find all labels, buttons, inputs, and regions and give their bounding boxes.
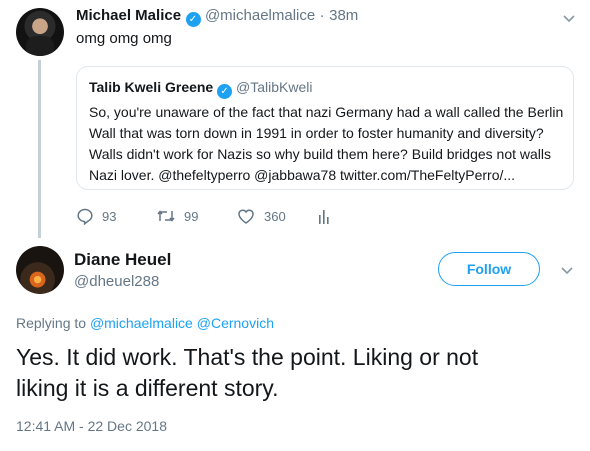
replying-to-link[interactable]: @michaelmalice [90, 315, 193, 331]
main-author-name[interactable]: Diane Heuel [74, 250, 171, 270]
quoted-text-line: Walls didn't work for Nazis so why build… [89, 146, 552, 162]
main-tweet-text-line: Yes. It did work. That's the point. Liki… [16, 344, 479, 370]
analytics-bar-chart-icon [319, 210, 329, 224]
analytics-button[interactable] [317, 207, 339, 225]
main-author-avatar[interactable] [16, 246, 64, 294]
parent-separator: · [319, 7, 325, 24]
parent-tweet-text: omg omg omg [76, 30, 172, 47]
quoted-tweet-text: So, you're unaware of the fact that nazi… [89, 102, 567, 186]
quoted-tweet-header: Talib Kweli Greene ✓ @TalibKweli [89, 79, 312, 99]
parent-tweet-time[interactable]: 38m [329, 7, 358, 24]
follow-button[interactable]: Follow [438, 252, 540, 286]
parent-author-handle[interactable]: @michaelmalice [205, 7, 315, 24]
quoted-author-handle: @TalibKweli [236, 79, 313, 95]
retweet-count: 99 [184, 208, 199, 224]
replying-to-link[interactable]: @Cernovich [197, 315, 274, 331]
quoted-text-line: Wall that was torn down in 1991 in order… [89, 125, 544, 141]
replying-to-prefix: Replying to [16, 315, 87, 331]
main-tweet-text: Yes. It did work. That's the point. Liki… [16, 342, 581, 404]
quoted-author-name: Talib Kweli Greene [89, 79, 214, 95]
thread-connector-line [38, 60, 41, 238]
main-tweet-text-line: liking it is a different story. [16, 375, 279, 401]
quoted-text-line: So, you're unaware of the fact that nazi… [89, 104, 564, 120]
like-count: 360 [264, 208, 286, 224]
parent-author-avatar[interactable] [16, 8, 64, 56]
parent-tweet-header: Michael Malice ✓ @michaelmalice · 38m [76, 7, 358, 27]
replying-to-line: Replying to @michaelmalice @Cernovich [16, 315, 274, 331]
quoted-text-line: Nazi lover. @thefeltyperro @jabbawa78 tw… [89, 167, 516, 183]
verified-badge-icon: ✓ [217, 84, 233, 99]
reply-button[interactable]: 93 [76, 207, 116, 225]
tweet-timestamp[interactable]: 12:41 AM - 22 Dec 2018 [16, 418, 167, 434]
parent-more-chevron-down-icon[interactable] [562, 11, 576, 25]
like-button[interactable]: 360 [236, 207, 286, 225]
retweet-icon [157, 210, 175, 222]
retweet-button[interactable]: 99 [156, 207, 198, 225]
main-author-handle[interactable]: @dheuel288 [74, 273, 159, 290]
parent-author-name[interactable]: Michael Malice [76, 7, 181, 24]
main-more-chevron-down-icon[interactable] [560, 263, 574, 277]
reply-count: 93 [102, 208, 117, 224]
heart-icon [238, 209, 254, 224]
quoted-tweet-card[interactable]: Talib Kweli Greene ✓ @TalibKweli So, you… [76, 66, 574, 190]
reply-icon [77, 208, 93, 225]
verified-badge-icon: ✓ [185, 12, 201, 27]
